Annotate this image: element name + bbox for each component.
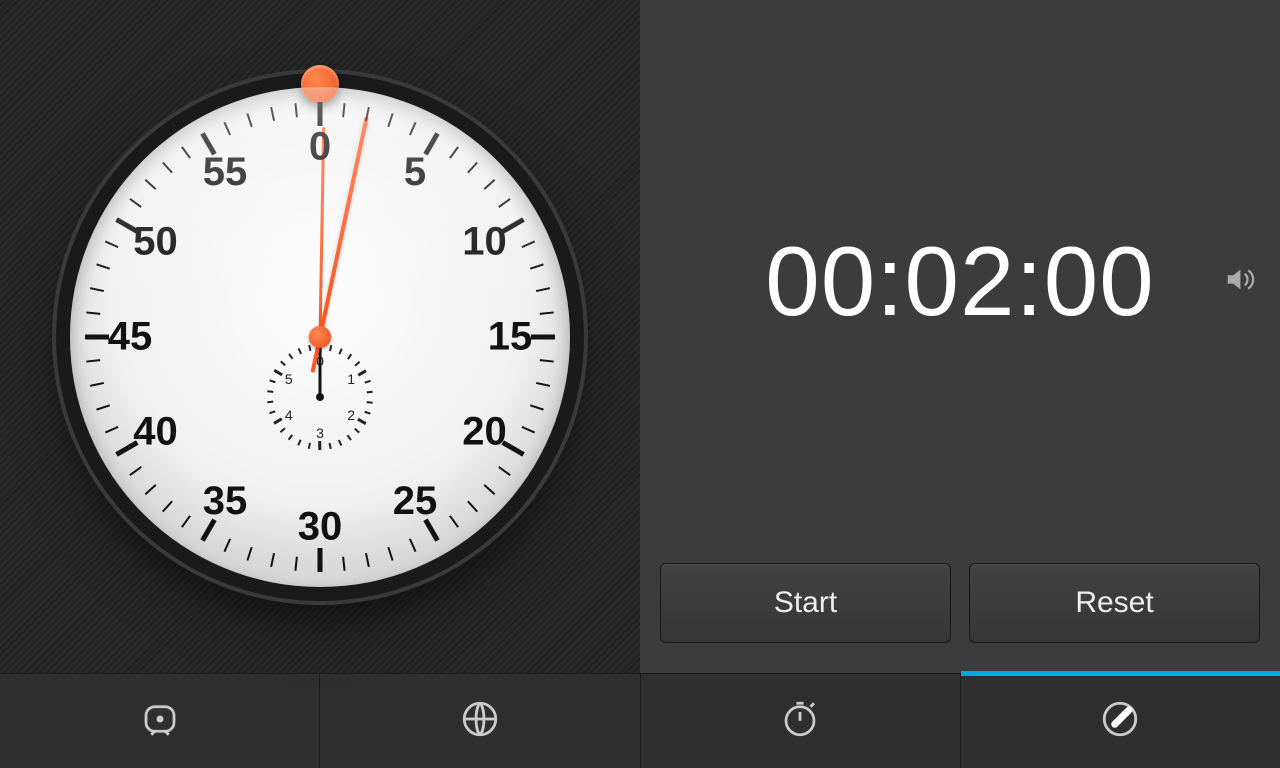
clock-app: 012345 0510152025303540455055 00:02:00 S (0, 0, 1280, 768)
globe-icon (459, 698, 501, 745)
subdial-number: 0 (320, 361, 328, 377)
subdial-tick (318, 388, 321, 397)
timer-icon (1099, 698, 1141, 745)
subdial-number: 2 (351, 415, 359, 431)
start-button[interactable]: Start (660, 563, 951, 643)
tab-bar (0, 673, 1280, 768)
dial-number: 20 (485, 432, 529, 477)
dial-number: 30 (320, 527, 365, 572)
dial-number: 10 (485, 242, 529, 287)
dial-number: 0 (320, 147, 342, 192)
dial-number: 50 (155, 242, 200, 287)
dial-number: 40 (155, 432, 200, 477)
subdial-number: 1 (351, 379, 359, 395)
dial-number: 35 (225, 501, 270, 546)
stopwatch-dial[interactable]: 012345 0510152025303540455055 (70, 87, 570, 587)
speaker-icon[interactable] (1222, 262, 1256, 301)
subdial-number: 4 (289, 415, 297, 431)
subdial-number: 3 (320, 433, 328, 449)
tab-stopwatch[interactable] (641, 674, 961, 768)
tab-timer[interactable] (961, 674, 1280, 768)
alarm-clock-icon (139, 698, 181, 745)
tab-world-clock[interactable] (320, 674, 640, 768)
time-display-wrap: 00:02:00 (640, 0, 1280, 563)
subdial-tick (320, 396, 323, 402)
main-panels: 012345 0510152025303540455055 00:02:00 S (0, 0, 1280, 673)
reset-button[interactable]: Reset (969, 563, 1260, 643)
time-display[interactable]: 00:02:00 (765, 225, 1154, 338)
dial-number: 45 (130, 337, 175, 382)
subdial-number: 5 (289, 379, 297, 395)
stopwatch-crown[interactable] (301, 65, 339, 103)
stopwatch-icon (779, 698, 821, 745)
dial-number: 15 (510, 337, 555, 382)
timer-panel: 00:02:00 Start Reset (640, 0, 1280, 673)
dial-number: 55 (225, 172, 270, 217)
dial-number: 25 (415, 501, 460, 546)
tab-alarm[interactable] (0, 674, 320, 768)
stopwatch-panel: 012345 0510152025303540455055 (0, 0, 640, 673)
dial-number: 5 (415, 172, 437, 217)
timer-buttons: Start Reset (640, 563, 1280, 673)
